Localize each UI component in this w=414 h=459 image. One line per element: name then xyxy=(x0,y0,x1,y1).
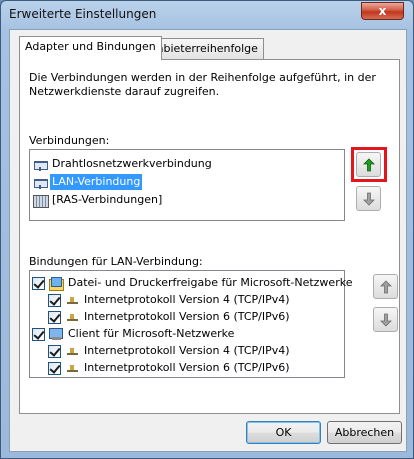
protocol-icon xyxy=(64,344,80,358)
binding-checkbox[interactable] xyxy=(48,344,61,358)
bindings-label: Bindungen für LAN-Verbindung: xyxy=(29,255,203,268)
binding-item-label: Datei- und Druckerfreigabe für Microsoft… xyxy=(68,276,353,289)
binding-checkbox[interactable] xyxy=(48,293,61,307)
protocol-icon xyxy=(64,361,80,375)
binding-checkbox[interactable] xyxy=(48,310,61,324)
network-adapter-icon xyxy=(32,175,48,189)
connection-item-lan[interactable]: LAN-Verbindung xyxy=(32,174,143,190)
binding-item-ipv6[interactable]: Internetprotokoll Version 6 (TCP/IPv6) xyxy=(48,360,292,376)
binding-item-file-printer-sharing[interactable]: Datei- und Druckerfreigabe für Microsoft… xyxy=(32,275,354,291)
ras-connections-icon xyxy=(32,193,49,208)
arrow-up-icon xyxy=(362,157,375,171)
protocol-icon xyxy=(64,293,80,307)
connection-item-label: LAN-Verbindung xyxy=(50,174,143,190)
close-button[interactable]: x xyxy=(361,2,404,20)
network-client-icon xyxy=(48,327,64,341)
binding-item-ms-client[interactable]: Client für Microsoft-Netzwerke xyxy=(32,326,236,342)
binding-item-label: Client für Microsoft-Netzwerke xyxy=(68,327,235,340)
network-adapter-icon xyxy=(32,157,48,171)
close-icon: x xyxy=(378,4,387,18)
connection-item-label: Drahtlosnetzwerkverbindung xyxy=(52,157,212,170)
order-description: Die Verbindungen werden in der Reihenfol… xyxy=(29,71,376,98)
cancel-button[interactable]: Abbrechen xyxy=(327,421,402,444)
binding-checkbox[interactable] xyxy=(32,276,45,290)
arrow-up-icon xyxy=(379,279,392,293)
binding-item-label: Internetprotokoll Version 4 (TCP/IPv4) xyxy=(84,293,290,306)
move-binding-down-button[interactable] xyxy=(373,307,398,332)
move-connection-down-button[interactable] xyxy=(356,186,381,211)
window-title: Erweiterte Einstellungen xyxy=(9,7,157,21)
arrow-down-icon xyxy=(362,192,375,206)
dialog-client-area: Adapter und Bindungen Anbieterreihenfolg… xyxy=(9,29,407,452)
move-connection-up-button[interactable] xyxy=(356,152,381,177)
connection-item-label: [RAS-Verbindungen] xyxy=(52,193,163,206)
binding-item-label: Internetprotokoll Version 6 (TCP/IPv6) xyxy=(84,310,290,323)
connections-label: Verbindungen: xyxy=(29,134,110,147)
arrow-down-icon xyxy=(379,313,392,327)
file-printer-sharing-icon xyxy=(48,276,64,291)
connection-item-wireless[interactable]: Drahtlosnetzwerkverbindung xyxy=(32,156,214,172)
binding-item-label: Internetprotokoll Version 4 (TCP/IPv4) xyxy=(84,344,290,357)
binding-checkbox[interactable] xyxy=(32,327,45,341)
ok-button[interactable]: OK xyxy=(246,421,321,444)
binding-item-ipv6[interactable]: Internetprotokoll Version 6 (TCP/IPv6) xyxy=(48,309,292,325)
move-binding-up-button[interactable] xyxy=(373,274,398,299)
binding-checkbox[interactable] xyxy=(48,361,61,375)
binding-item-label: Internetprotokoll Version 6 (TCP/IPv6) xyxy=(84,361,290,374)
protocol-icon xyxy=(64,310,80,324)
bindings-tree[interactable]: Datei- und Druckerfreigabe für Microsoft… xyxy=(29,270,352,378)
tab-panel: Die Verbindungen werden in der Reihenfol… xyxy=(19,59,400,414)
dialog-window: Erweiterte Einstellungen x Adapter und B… xyxy=(0,0,414,459)
binding-item-ipv4[interactable]: Internetprotokoll Version 4 (TCP/IPv4) xyxy=(48,343,292,359)
connections-list[interactable]: Drahtlosnetzwerkverbindung LAN-Verbindun… xyxy=(29,149,345,221)
connection-item-ras[interactable]: [RAS-Verbindungen] xyxy=(32,192,164,208)
tab-adapter-und-bindungen[interactable]: Adapter und Bindungen xyxy=(19,36,162,60)
binding-item-ipv4[interactable]: Internetprotokoll Version 4 (TCP/IPv4) xyxy=(48,292,292,308)
